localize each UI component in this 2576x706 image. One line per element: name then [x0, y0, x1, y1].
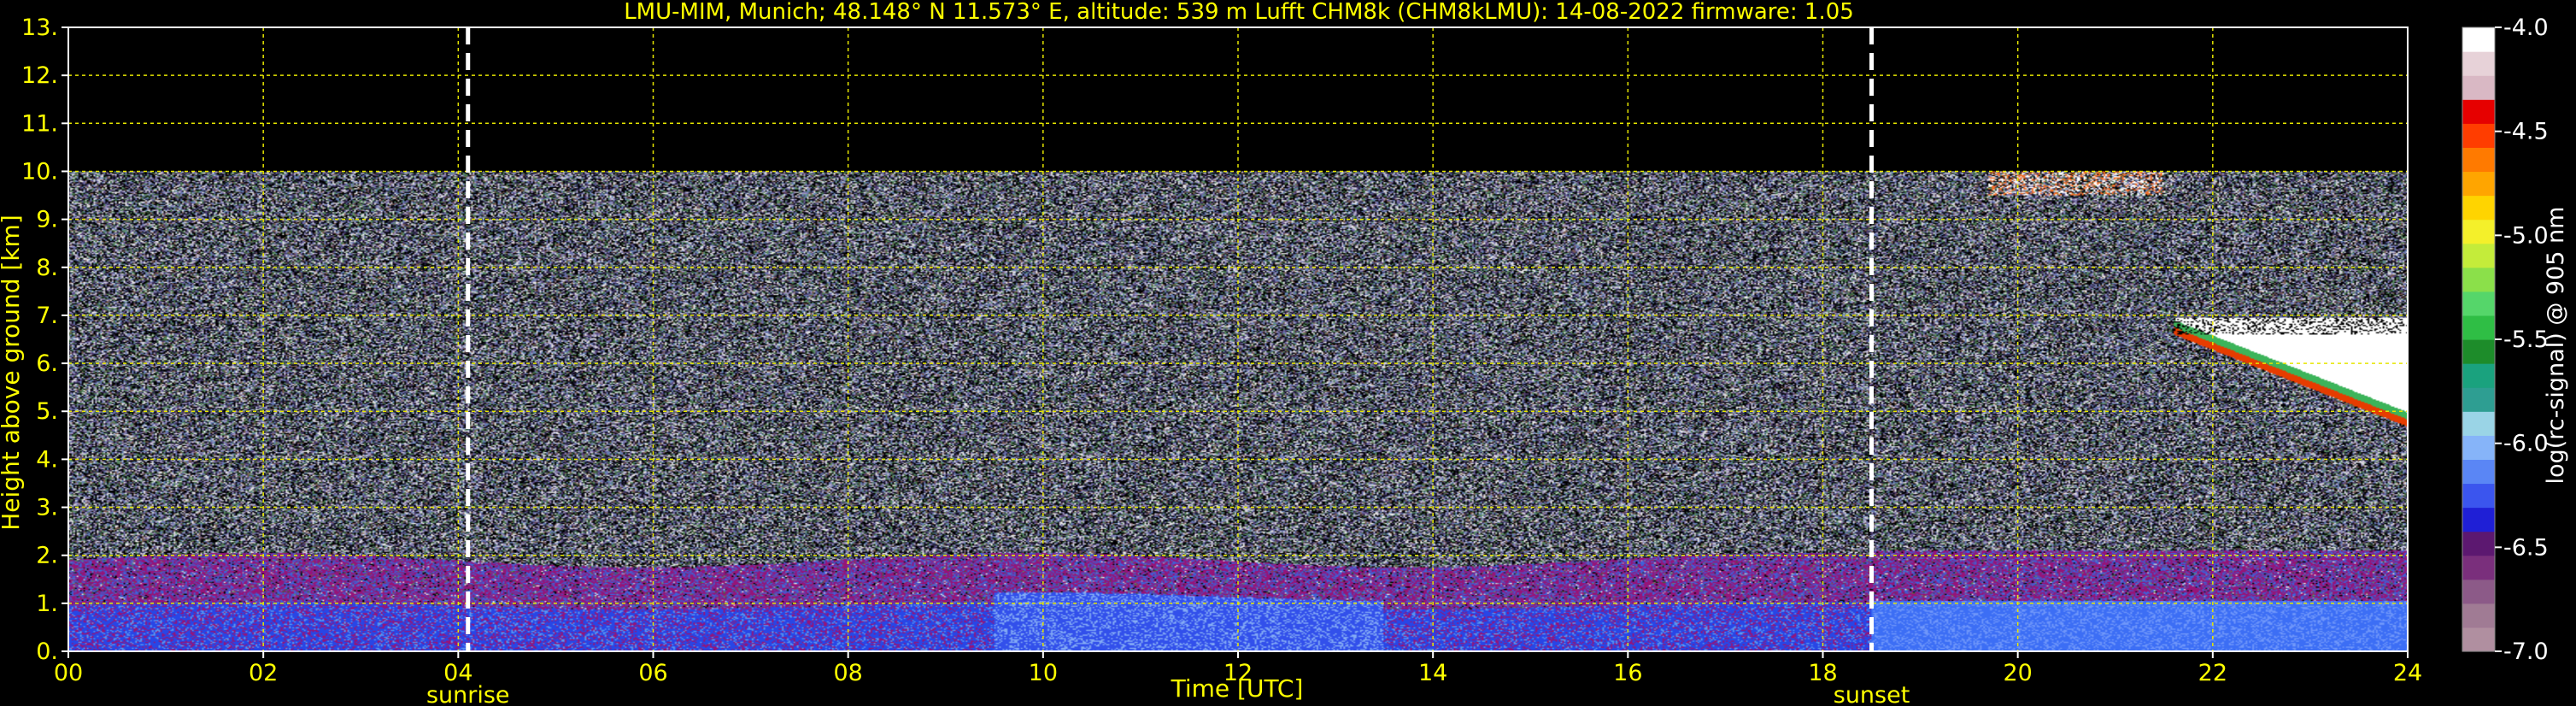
colorbar-swatch — [2462, 579, 2495, 604]
colorbar-swatch — [2462, 339, 2495, 364]
colorbar-swatch — [2462, 507, 2495, 532]
chart-title: LMU-MIM, Munich; 48.148° N 11.573° E, al… — [624, 0, 1854, 25]
colorbar-swatch — [2462, 483, 2495, 509]
heatmap-image — [68, 27, 2408, 651]
colorbar-swatch — [2462, 51, 2495, 76]
colorbar-swatch — [2462, 75, 2495, 100]
y-tick-label: 1. — [36, 591, 58, 617]
colorbar-swatch — [2462, 243, 2495, 268]
y-tick-label: 4. — [36, 446, 58, 473]
colorbar-tick-label: -4.5 — [2503, 119, 2549, 145]
colorbar-swatch — [2462, 195, 2495, 221]
colorbar-swatch — [2462, 147, 2495, 173]
y-tick-label: 5. — [36, 398, 58, 425]
y-tick-label: 10. — [21, 158, 58, 185]
colorbar-swatch — [2462, 291, 2495, 316]
colorbar-label: log(rc-signal) @ 905 nm — [2543, 207, 2569, 485]
colorbar-tick-label: -4.0 — [2503, 15, 2549, 41]
colorbar-swatch — [2462, 435, 2495, 460]
y-tick-label: 11. — [21, 110, 58, 137]
x-tick-label: 14 — [1418, 660, 1447, 686]
colorbar-swatch — [2462, 99, 2495, 124]
x-axis-label: Time [UTC] — [1171, 674, 1304, 703]
y-tick-label: 12. — [21, 62, 58, 89]
colorbar-swatch — [2462, 123, 2495, 148]
colorbar-swatch — [2462, 267, 2495, 292]
colorbar-swatch — [2462, 219, 2495, 244]
y-tick-label: 8. — [36, 255, 58, 281]
colorbar-swatch — [2462, 27, 2495, 52]
y-tick-label: 7. — [36, 303, 58, 329]
x-tick-label: 20 — [2003, 660, 2032, 686]
colorbar-tick-label: -5.5 — [2503, 327, 2549, 353]
y-tick-label: 3. — [36, 495, 58, 521]
x-tick-label: 06 — [638, 660, 667, 686]
colorbar-tick-label: -6.5 — [2503, 534, 2549, 561]
colorbar-swatch — [2462, 531, 2495, 556]
colorbar-swatch — [2462, 315, 2495, 340]
sunset-label: sunset — [1834, 682, 1910, 706]
ceilometer-chart: LMU-MIM, Munich; 48.148° N 11.573° E, al… — [0, 0, 2576, 706]
x-tick-label: 08 — [833, 660, 862, 686]
colorbar-swatch — [2462, 363, 2495, 388]
x-tick-label: 22 — [2198, 660, 2227, 686]
y-tick-label: 9. — [36, 207, 58, 233]
colorbar-tick-label: -6.0 — [2503, 431, 2549, 457]
colorbar-swatch — [2462, 627, 2495, 652]
y-tick-label: 2. — [36, 543, 58, 569]
colorbar-tick-label: -5.0 — [2503, 222, 2549, 249]
colorbar-swatch — [2462, 411, 2495, 436]
colorbar-swatch — [2462, 459, 2495, 485]
sunrise-label: sunrise — [426, 682, 510, 706]
colorbar-swatch — [2462, 171, 2495, 197]
y-axis-label: Height above ground [km] — [0, 215, 25, 531]
x-tick-label: 24 — [2393, 660, 2422, 686]
colorbar-tick-label: -7.0 — [2503, 638, 2549, 665]
x-tick-label: 02 — [249, 660, 278, 686]
plot-area — [68, 27, 2408, 651]
y-tick-label: 13. — [21, 15, 58, 41]
x-tick-label: 10 — [1029, 660, 1058, 686]
colorbar-swatch — [2462, 555, 2495, 580]
colorbar-swatch — [2462, 603, 2495, 628]
y-tick-label: 0. — [36, 638, 58, 665]
x-tick-label: 16 — [1613, 660, 1642, 686]
colorbar-swatch — [2462, 387, 2495, 412]
y-tick-label: 6. — [36, 350, 58, 377]
